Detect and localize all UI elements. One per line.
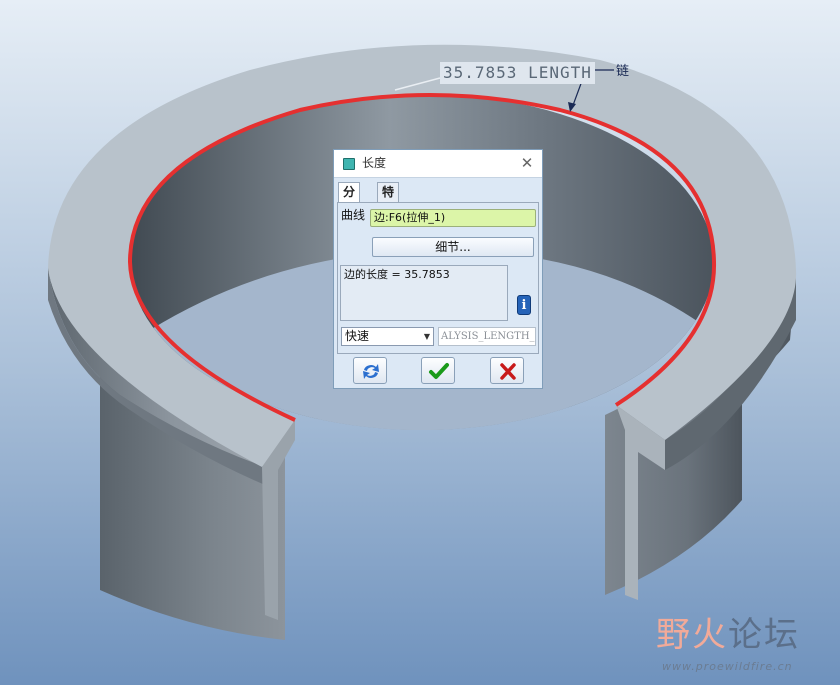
dialog-title: 长度 — [362, 156, 387, 170]
curve-label: 曲线 — [341, 208, 366, 222]
mode-dropdown[interactable]: 快速 ▼ — [341, 327, 434, 346]
watermark-url: www.proewildfire.cn — [662, 660, 793, 673]
watermark-title: 野火论坛 — [656, 615, 800, 655]
tab-feature[interactable]: 特征 — [377, 182, 400, 218]
watermark-title-a: 野火 — [656, 615, 728, 655]
ok-button[interactable] — [421, 357, 455, 384]
details-button[interactable]: 细节... — [372, 237, 534, 257]
watermark-logo: 野火论坛 www.proewildfire.cn — [656, 605, 826, 680]
dimension-suffix: 链 — [616, 64, 630, 79]
checkmark-icon — [429, 363, 449, 379]
cancel-button[interactable] — [490, 357, 524, 384]
chevron-down-icon: ▼ — [423, 332, 430, 341]
repeat-button[interactable] — [353, 357, 387, 384]
mode-selected: 快速 — [345, 329, 370, 343]
tab-analysis[interactable]: 分析 — [338, 182, 361, 218]
analysis-panel: 曲线 边:F6(拉伸_1) 细节... 边的长度 = 35.7853 i 快速 … — [337, 202, 539, 354]
close-icon[interactable]: ✕ — [520, 155, 534, 171]
dialog-titlebar[interactable]: 长度 ✕ — [334, 150, 542, 178]
watermark-title-b: 论坛 — [728, 615, 800, 655]
dimension-label[interactable]: 35.7853 LENGTH — [440, 62, 595, 84]
analysis-name-field[interactable]: ALYSIS_LENGTH_1 — [438, 327, 536, 346]
repeat-icon — [363, 364, 379, 379]
curve-field[interactable]: 边:F6(拉伸_1) — [370, 209, 536, 227]
app-icon — [343, 158, 355, 170]
result-text-area[interactable]: 边的长度 = 35.7853 — [340, 265, 508, 321]
close-x-icon — [500, 363, 516, 380]
length-analysis-dialog: 长度 ✕ 分析 特征 曲线 边:F6(拉伸_1) 细节... 边的长度 = 35… — [333, 149, 543, 389]
info-icon[interactable]: i — [517, 295, 531, 315]
